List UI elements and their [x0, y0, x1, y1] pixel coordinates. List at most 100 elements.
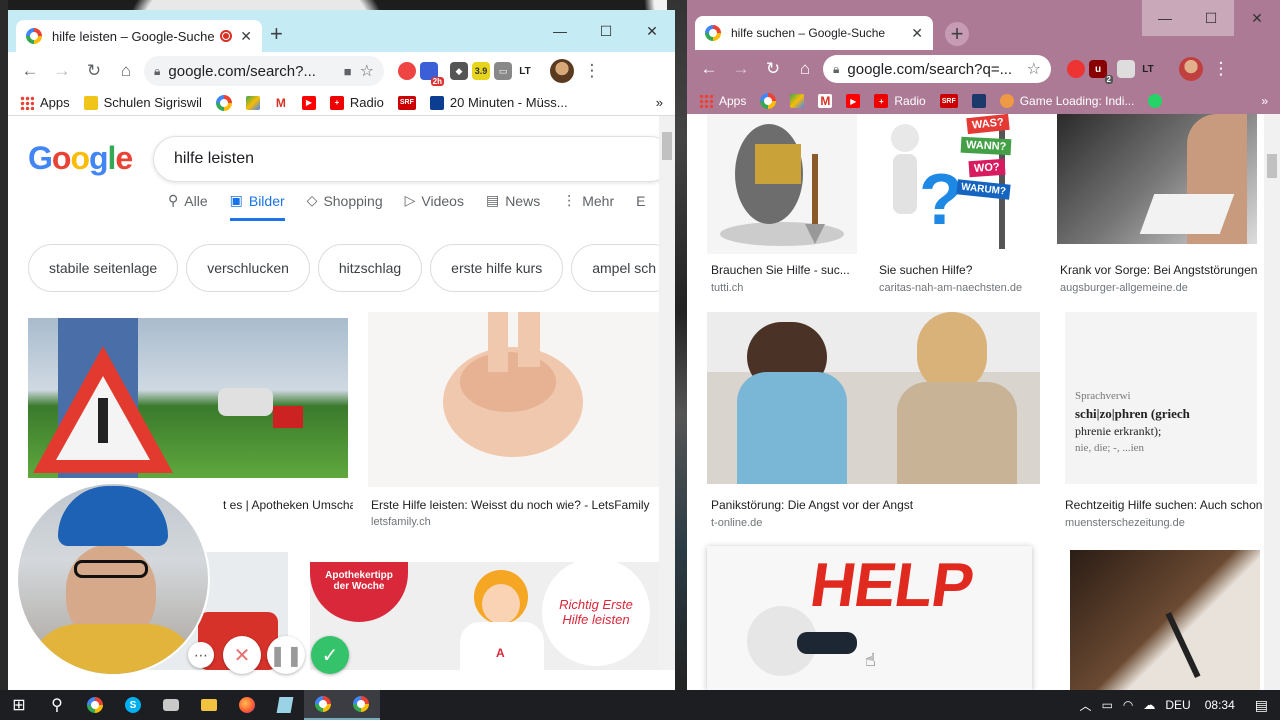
right-page-scrollbar[interactable] [1264, 114, 1280, 690]
cloud-icon[interactable]: ☁ [1143, 698, 1155, 712]
taskbar-search-icon[interactable]: ⚲ [38, 690, 76, 720]
extension-shield-icon[interactable]: ◆ [450, 62, 468, 80]
bookmark-game-loading[interactable]: Game Loading: Indi... [999, 94, 1134, 108]
close-tab-icon[interactable]: ✕ [911, 25, 923, 42]
bookmark-youtube[interactable]: ▶ [301, 95, 316, 110]
bookmark-srf[interactable]: SRF [939, 94, 958, 108]
recorder-cancel-button[interactable]: ✕ [223, 636, 261, 674]
right-address-bar[interactable]: 🔒︎ google.com/search?q=... ☆ [823, 55, 1051, 83]
tab-alle[interactable]: ⚲ Alle [168, 192, 208, 221]
left-scroll-thumb[interactable] [662, 132, 672, 160]
result-source-r5[interactable]: muensterschezeitung.de [1065, 517, 1185, 529]
close-window-button[interactable]: ✕ [629, 16, 675, 46]
result-source-r2[interactable]: caritas-nah-am-naechsten.de [879, 282, 1022, 294]
left-address-bar[interactable]: 🔒︎ google.com/search?... ■ ☆ [144, 56, 384, 86]
chip-erste-hilfe-kurs[interactable]: erste hilfe kurs [430, 244, 564, 292]
result-source-r3[interactable]: augsburger-allgemeine.de [1060, 282, 1188, 294]
start-windows-icon[interactable]: ⊞ [0, 690, 38, 720]
extension-lt-icon[interactable]: LT [516, 62, 534, 80]
result-caption-r4[interactable]: Panikstörung: Die Angst vor der Angst [711, 498, 913, 512]
close-tab-icon[interactable]: ✕ [240, 28, 252, 45]
bookmark-drive[interactable] [790, 94, 805, 108]
result-image-hands[interactable] [368, 312, 660, 487]
tab-overflow[interactable]: E [636, 192, 645, 221]
taskbar-app-icon[interactable] [152, 690, 190, 720]
result-image-apotheke[interactable]: Apothekertipp der Woche A Richtig Erste … [310, 562, 660, 670]
left-active-tab[interactable]: hilfe leisten – Google-Suche ✕ [16, 20, 262, 52]
result-caption-r3[interactable]: Krank vor Sorge: Bei Angststörungen [1060, 263, 1260, 277]
taskbar-skype-icon[interactable]: S [114, 690, 152, 720]
menu-icon[interactable]: ⋮ [578, 57, 606, 85]
bookmark-schulen-sigriswil[interactable]: Schulen Sigriswil [83, 95, 202, 110]
result-source-2[interactable]: letsfamily.ch [371, 516, 431, 528]
tab-videos[interactable]: ▷ Videos [405, 192, 464, 221]
tab-shopping[interactable]: ◇ Shopping [307, 192, 383, 221]
bookmark-apps[interactable]: Apps [20, 95, 70, 110]
bookmark-google[interactable] [760, 93, 777, 109]
tab-mehr[interactable]: ⋮ Mehr [562, 192, 614, 221]
webcam-bubble[interactable] [16, 482, 210, 676]
result-image-signing[interactable] [1070, 550, 1260, 690]
minimize-button[interactable]: — [1142, 0, 1188, 36]
reload-icon[interactable]: ↻ [759, 55, 787, 83]
bookmark-gmail[interactable]: M [818, 94, 833, 108]
result-source-r1[interactable]: tutti.ch [711, 282, 743, 294]
result-image-question-figure[interactable]: ? WAS? WANN? WO? WARUM? [877, 114, 1037, 254]
extension-ublock-icon[interactable]: u2 [1089, 60, 1113, 84]
result-caption-2[interactable]: Erste Hilfe leisten: Weisst du noch wie?… [371, 498, 661, 512]
new-tab-button[interactable]: + [270, 23, 283, 45]
battery-icon[interactable]: ▭ [1102, 698, 1113, 712]
bookmark-youtube[interactable]: ▶ [846, 94, 861, 108]
menu-icon[interactable]: ⋮ [1207, 55, 1235, 83]
result-image-warning-triangle[interactable] [28, 318, 348, 478]
bookmark-srf[interactable]: SRF [397, 95, 416, 110]
new-tab-button[interactable]: + [945, 22, 969, 46]
maximize-button[interactable]: ☐ [1188, 0, 1234, 36]
result-source-r4[interactable]: t-online.de [711, 517, 762, 529]
result-image-dictionary[interactable]: Sprachverwi schi|zo|phren (griech phreni… [1065, 312, 1257, 484]
reload-icon[interactable]: ↻ [80, 57, 108, 85]
tab-news[interactable]: ▤ News [486, 192, 540, 221]
extension-39-icon[interactable]: 3.9 [472, 62, 490, 80]
bookmarks-overflow[interactable]: » [1261, 94, 1268, 108]
bookmark-star-icon[interactable]: ☆ [1027, 59, 1041, 79]
result-caption-r2[interactable]: Sie suchen Hilfe? [879, 263, 972, 277]
tab-bilder[interactable]: ▣ Bilder [229, 192, 285, 221]
extension-screenshot-icon[interactable] [1117, 60, 1135, 78]
camera-icon[interactable]: ■ [344, 64, 352, 79]
recorder-pause-button[interactable]: ❚❚ [267, 636, 305, 674]
taskbar-chrome-active-1[interactable] [304, 690, 342, 720]
result-image-help-binoculars[interactable]: HELP ☝ [707, 546, 1032, 690]
home-icon[interactable]: ⌂ [791, 55, 819, 83]
back-icon[interactable]: ← [695, 55, 723, 83]
right-scroll-thumb[interactable] [1267, 154, 1277, 178]
language-indicator[interactable]: DEU [1165, 698, 1190, 712]
chip-stabile-seitenlage[interactable]: stabile seitenlage [28, 244, 179, 292]
extension-screenshot-icon[interactable]: ▭ [494, 62, 512, 80]
bookmark-google[interactable] [215, 94, 232, 111]
bookmark-apps[interactable]: Apps [699, 94, 746, 108]
back-icon[interactable]: ← [16, 57, 44, 85]
clock[interactable]: 08:34 [1205, 698, 1235, 712]
notification-icon[interactable]: ▤ [1255, 697, 1268, 714]
taskbar-notes-icon[interactable] [266, 690, 304, 720]
result-image-panic[interactable] [707, 312, 1040, 484]
left-page-scrollbar[interactable] [659, 116, 675, 670]
extension-lt-icon[interactable]: LT [1139, 60, 1157, 78]
bookmark-radio[interactable]: + Radio [874, 94, 926, 108]
recorder-finish-button[interactable]: ✓ [311, 636, 349, 674]
chip-verschlucken[interactable]: verschlucken [186, 244, 310, 292]
bookmark-gmail[interactable]: M [273, 95, 288, 110]
profile-avatar[interactable] [550, 59, 574, 83]
close-window-button[interactable]: ✕ [1234, 0, 1280, 36]
taskbar-chrome-icon[interactable] [76, 690, 114, 720]
chip-hitzschlag[interactable]: hitzschlag [317, 244, 423, 292]
wifi-icon[interactable]: ◠ [1123, 698, 1133, 712]
tray-overflow-icon[interactable]: ︿ [1080, 697, 1092, 714]
result-caption-r5[interactable]: Rechtzeitig Hilfe suchen: Auch schon [1065, 498, 1265, 512]
taskbar-chrome-active-2[interactable] [342, 690, 380, 720]
result-image-cartoon-rat[interactable] [707, 114, 857, 254]
bookmark-drive[interactable] [245, 95, 260, 110]
right-active-tab[interactable]: hilfe suchen – Google-Suche ✕ [695, 16, 933, 50]
minimize-button[interactable]: — [537, 16, 583, 46]
